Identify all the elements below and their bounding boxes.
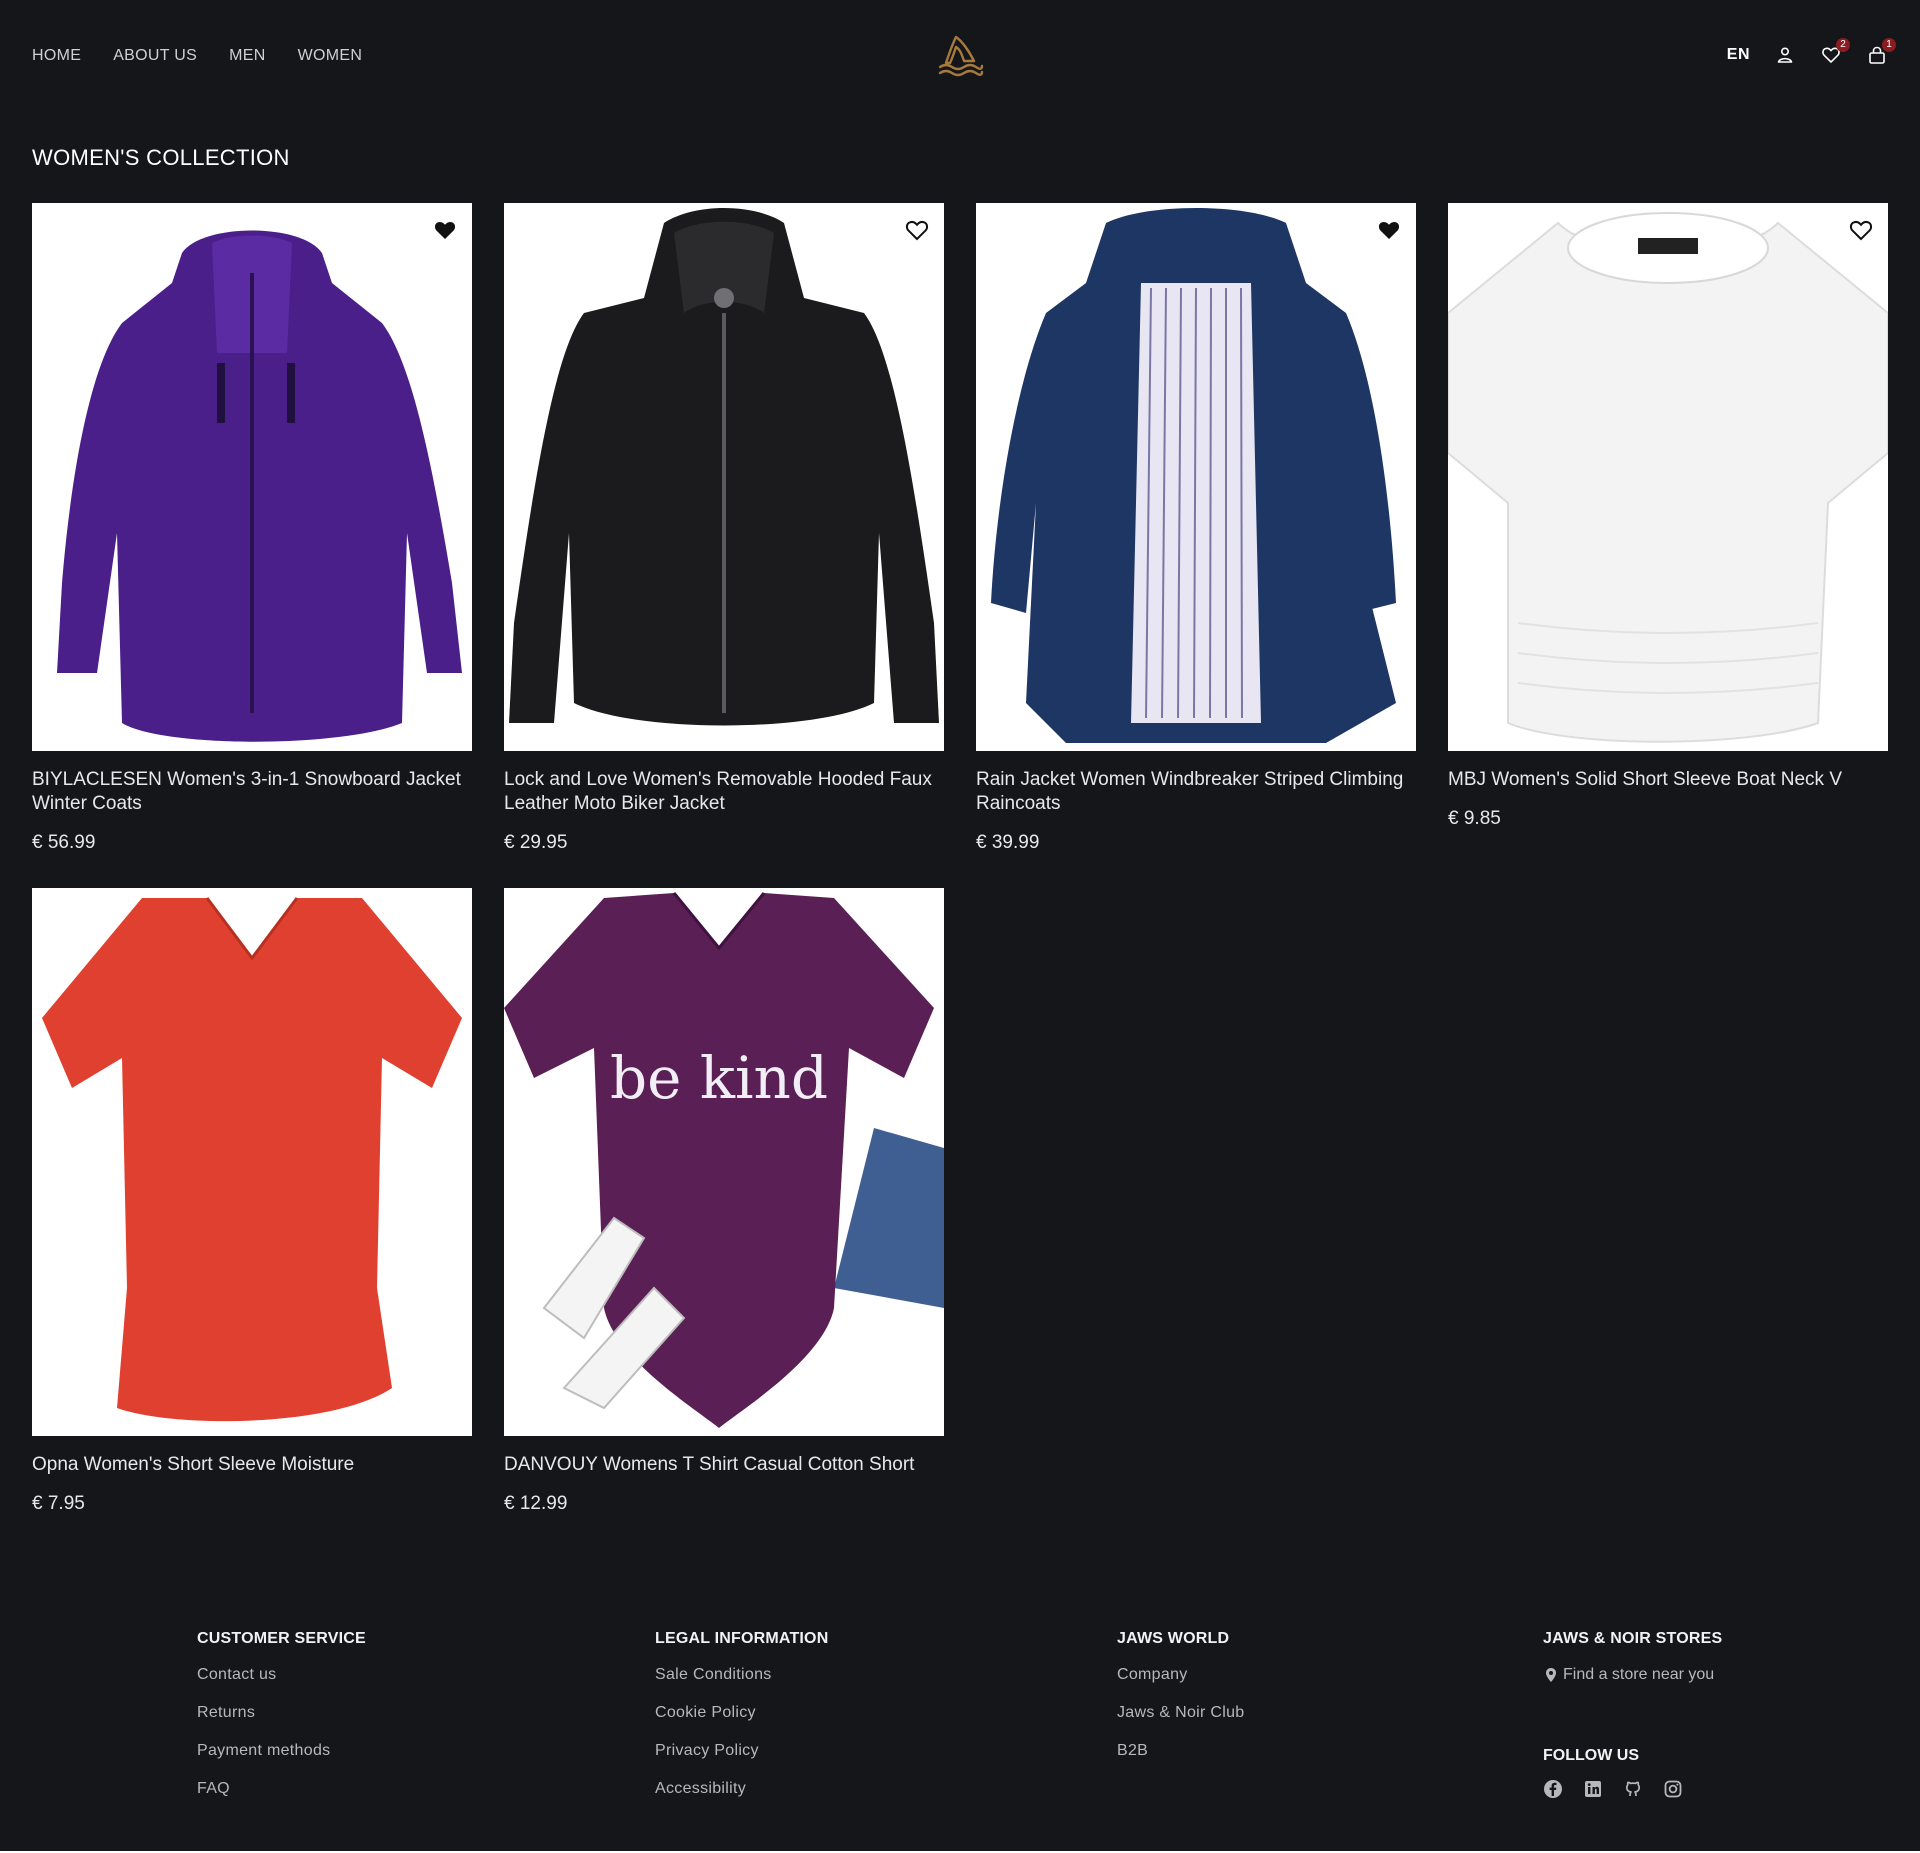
footer-link-club[interactable]: Jaws & Noir Club — [1117, 1704, 1245, 1722]
footer-customer-service: CUSTOMER SERVICE Contact us Returns Paym… — [197, 1630, 366, 1818]
favorite-button[interactable] — [904, 217, 930, 243]
nav-men[interactable]: MEN — [229, 47, 265, 65]
shark-fin-logo-icon — [938, 35, 984, 77]
product-name[interactable]: MBJ Women's Solid Short Sleeve Boat Neck… — [1448, 768, 1888, 792]
store-locator-label: Find a store near you — [1563, 1666, 1715, 1683]
map-pin-icon — [1546, 1668, 1556, 1682]
heart-outline-icon — [905, 220, 929, 241]
social-links — [1543, 1779, 1683, 1799]
footer-heading: FOLLOW US — [1543, 1747, 1639, 1764]
product-price: € 56.99 — [32, 832, 96, 853]
product-price: € 39.99 — [976, 832, 1040, 853]
wishlist-button[interactable]: 2 — [1820, 38, 1850, 66]
heart-outline-icon — [1849, 220, 1873, 241]
product-image[interactable] — [32, 888, 472, 1436]
footer-link-payment[interactable]: Payment methods — [197, 1742, 366, 1760]
be-kind-print: be kind — [610, 1044, 828, 1112]
footer-heading: JAWS & NOIR STORES — [1543, 1630, 1723, 1647]
product-image[interactable] — [976, 203, 1416, 751]
footer-link-b2b[interactable]: B2B — [1117, 1742, 1245, 1760]
product-price: € 29.95 — [504, 832, 568, 853]
account-button[interactable] — [1774, 44, 1796, 66]
nav-about-us[interactable]: ABOUT US — [113, 47, 197, 65]
product-name[interactable]: BIYLACLESEN Women's 3-in-1 Snowboard Jac… — [32, 768, 472, 816]
product-image[interactable] — [504, 203, 944, 751]
cart-button[interactable]: 1 — [1866, 38, 1896, 66]
facebook-icon[interactable] — [1543, 1779, 1563, 1799]
header-tools: EN 2 1 — [1727, 38, 1896, 66]
black-leather-jacket-image — [509, 208, 939, 726]
footer-link-sale-conditions[interactable]: Sale Conditions — [655, 1666, 828, 1684]
footer-link-company[interactable]: Company — [1117, 1666, 1245, 1684]
product-image[interactable] — [32, 203, 472, 751]
footer-heading: CUSTOMER SERVICE — [197, 1630, 366, 1647]
white-tshirt-image — [1448, 212, 1888, 743]
main-nav: HOME ABOUT US MEN WOMEN — [32, 47, 362, 65]
github-icon[interactable] — [1623, 1779, 1643, 1799]
red-tshirt-image — [42, 897, 462, 1422]
brand-logo[interactable] — [936, 31, 984, 79]
wishlist-count-badge: 2 — [1836, 38, 1850, 52]
instagram-icon[interactable] — [1663, 1779, 1683, 1799]
page-title: WOMEN'S COLLECTION — [32, 145, 290, 170]
nav-home[interactable]: HOME — [32, 47, 81, 65]
product-card[interactable]: MBJ Women's Solid Short Sleeve Boat Neck… — [1448, 203, 1888, 830]
product-image[interactable]: be kind — [504, 888, 944, 1436]
product-card[interactable]: be kind DANVOUY Womens T Shirt Casual Co… — [504, 888, 944, 1515]
footer-stores: JAWS & NOIR STORES Find a store near you — [1543, 1630, 1722, 1684]
product-name[interactable]: Lock and Love Women's Removable Hooded F… — [504, 768, 944, 816]
heart-filled-icon — [434, 221, 456, 239]
product-card[interactable]: Opna Women's Short Sleeve Moisture € 7.9… — [32, 888, 472, 1515]
footer-link-cookie[interactable]: Cookie Policy — [655, 1704, 828, 1722]
heart-filled-icon — [1378, 221, 1400, 239]
footer-legal: LEGAL INFORMATION Sale Conditions Cookie… — [655, 1630, 828, 1818]
linkedin-icon[interactable] — [1583, 1779, 1603, 1799]
footer-jaws-world: JAWS WORLD Company Jaws & Noir Club B2B — [1117, 1630, 1245, 1780]
site-footer: CUSTOMER SERVICE Contact us Returns Paym… — [0, 1600, 1920, 1853]
product-name[interactable]: DANVOUY Womens T Shirt Casual Cotton Sho… — [504, 1453, 944, 1477]
purple-jacket-image — [57, 230, 462, 742]
site-header: HOME ABOUT US MEN WOMEN EN 2 1 — [0, 0, 1920, 112]
favorite-button[interactable] — [1376, 217, 1402, 243]
product-image[interactable] — [1448, 203, 1888, 751]
navy-raincoat-image — [991, 208, 1396, 743]
product-price: € 7.95 — [32, 1493, 85, 1514]
favorite-button[interactable] — [432, 217, 458, 243]
footer-link-contact[interactable]: Contact us — [197, 1666, 366, 1684]
footer-link-returns[interactable]: Returns — [197, 1704, 366, 1722]
store-locator-link[interactable]: Find a store near you — [1543, 1666, 1722, 1684]
product-card[interactable]: Rain Jacket Women Windbreaker Striped Cl… — [976, 203, 1416, 854]
favorite-button[interactable] — [1848, 217, 1874, 243]
product-card[interactable]: BIYLACLESEN Women's 3-in-1 Snowboard Jac… — [32, 203, 472, 854]
footer-heading: LEGAL INFORMATION — [655, 1630, 829, 1647]
cart-count-badge: 1 — [1882, 38, 1896, 52]
product-name[interactable]: Rain Jacket Women Windbreaker Striped Cl… — [976, 768, 1416, 816]
footer-follow-us: FOLLOW US — [1543, 1747, 1683, 1799]
product-card[interactable]: Lock and Love Women's Removable Hooded F… — [504, 203, 944, 854]
language-selector[interactable]: EN — [1727, 46, 1750, 64]
product-price: € 9.85 — [1448, 808, 1501, 829]
user-icon — [1777, 47, 1793, 63]
footer-link-accessibility[interactable]: Accessibility — [655, 1780, 828, 1798]
product-name[interactable]: Opna Women's Short Sleeve Moisture — [32, 1453, 472, 1477]
footer-link-privacy[interactable]: Privacy Policy — [655, 1742, 828, 1760]
footer-heading: JAWS WORLD — [1117, 1630, 1230, 1647]
purple-be-kind-tshirt-image: be kind — [504, 892, 944, 1428]
footer-link-faq[interactable]: FAQ — [197, 1780, 366, 1798]
product-price: € 12.99 — [504, 1493, 568, 1514]
nav-women[interactable]: WOMEN — [298, 47, 363, 65]
